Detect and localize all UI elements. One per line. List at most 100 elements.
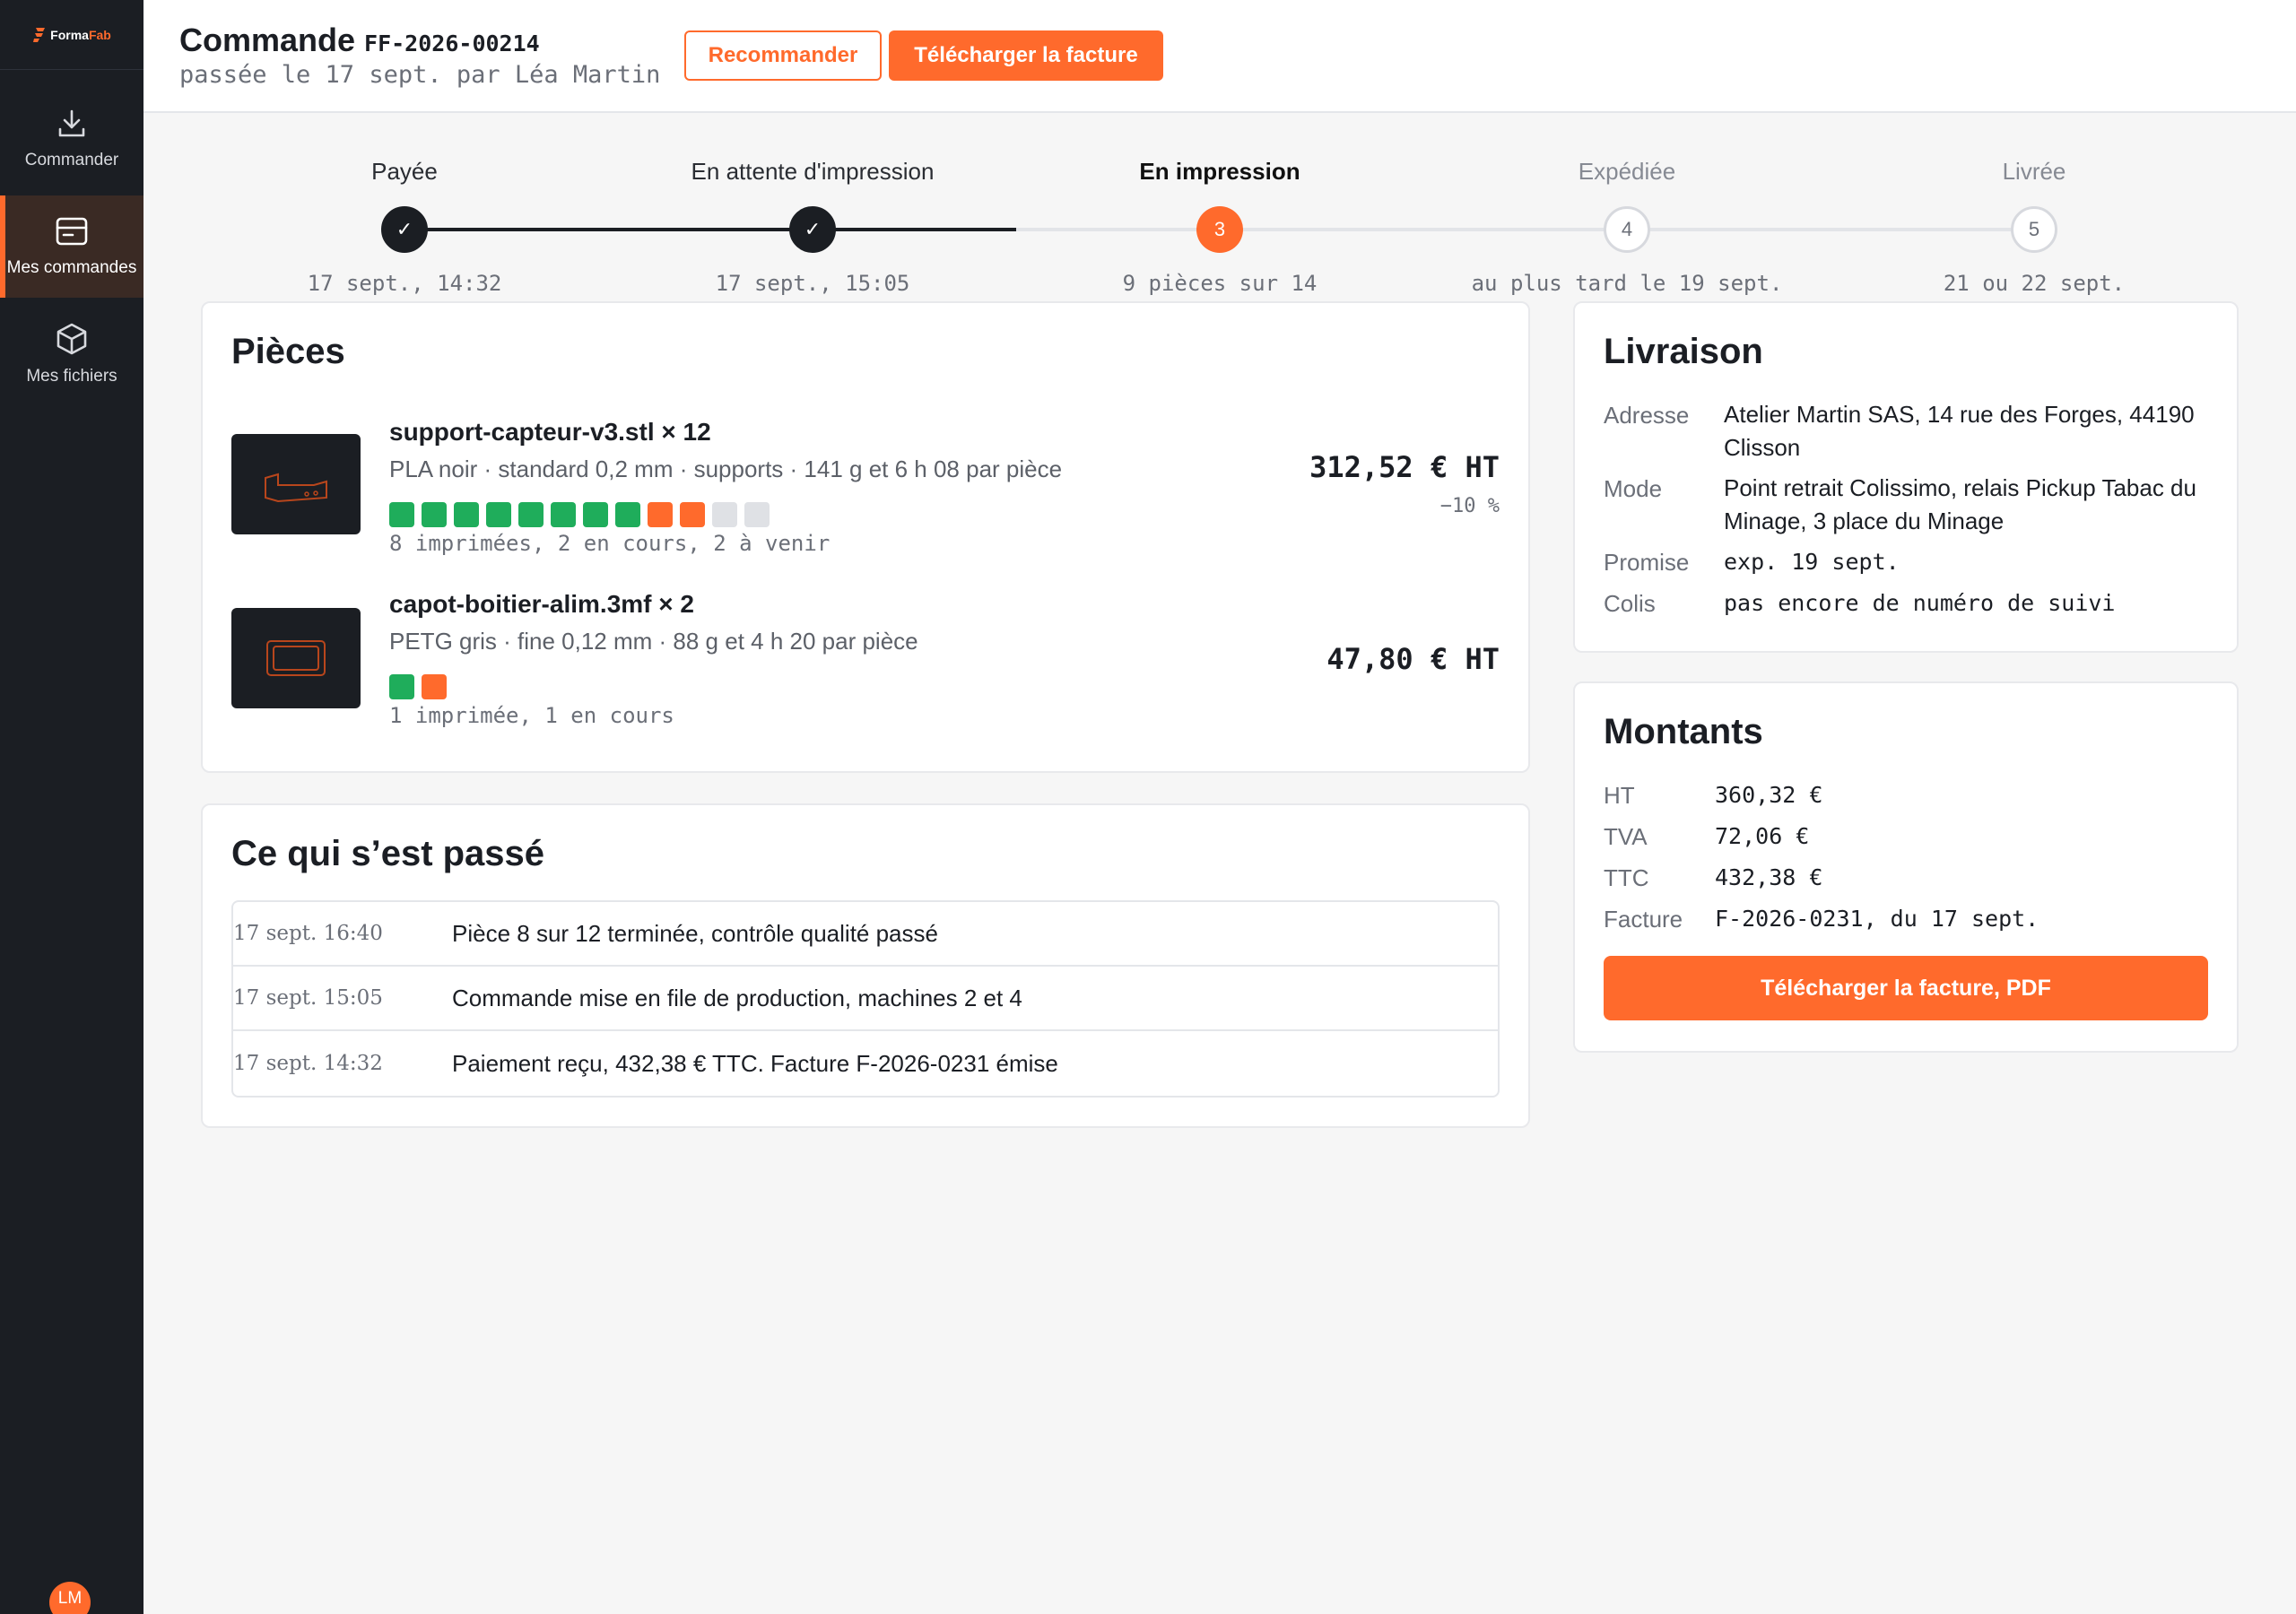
step-date: 9 pièces sur 14: [1122, 271, 1318, 296]
step-livree: Livrée: [1846, 158, 2222, 186]
reorder-button[interactable]: Recommander: [684, 30, 882, 81]
history-list: 17 sept. 16:40 Pièce 8 sur 12 terminée, …: [231, 900, 1500, 1098]
step-number-badge: 5: [2011, 206, 2057, 253]
piece-printed-square: [583, 502, 608, 527]
history-time: 17 sept. 15:05: [233, 986, 383, 1010]
history-card: Ce qui s’est passé 17 sept. 16:40 Pièce …: [201, 803, 1530, 1128]
step-label: Payée: [371, 158, 438, 185]
history-title: Ce qui s’est passé: [231, 834, 545, 873]
piece-progress-bar: [389, 674, 447, 699]
brand-name: FormaFab: [50, 27, 111, 42]
ttc-value: 432,38 €: [1715, 864, 1823, 890]
piece-printed-square: [615, 502, 640, 527]
tva-label: TVA: [1604, 823, 1648, 850]
order-subtitle: passée le 17 sept. par Léa Martin: [179, 61, 661, 89]
piece-status: 8 imprimées, 2 en cours, 2 à venir: [389, 531, 831, 556]
history-row: 17 sept. 14:32 Paiement reçu, 432,38 € T…: [233, 1031, 1498, 1096]
piece-discount: −10 %: [1439, 495, 1500, 517]
part-preview-icon: [266, 640, 326, 676]
piece-thumbnail[interactable]: [231, 434, 361, 534]
piece-printed-square: [389, 502, 414, 527]
download-pdf-button[interactable]: Télécharger la facture, PDF: [1604, 956, 2208, 1020]
piece-pending-square: [712, 502, 737, 527]
address-value: Atelier Martin SAS, 14 rue des Forges, 4…: [1724, 401, 2195, 461]
promised-value: exp. 19 sept.: [1724, 549, 1900, 575]
piece-printed-square: [454, 502, 479, 527]
mode-label: Mode: [1604, 475, 1663, 502]
step-date: 17 sept., 15:05: [715, 271, 910, 296]
avatar-initials: LM: [57, 1589, 83, 1608]
address-label: Adresse: [1604, 402, 1690, 429]
piece-printed-square: [422, 502, 447, 527]
bolt-icon: [33, 27, 46, 42]
step-date: 17 sept., 14:32: [307, 271, 502, 296]
nav-item-mes-fichiers[interactable]: Mes fichiers: [0, 303, 144, 405]
step-check-icon: ✓: [381, 206, 428, 253]
parcel-value: pas encore de numéro de suivi: [1724, 590, 2116, 616]
download-icon: [58, 109, 85, 137]
history-text: Paiement reçu, 432,38 € TTC. Facture F-2…: [452, 1049, 1058, 1077]
piece-price: 312,52 € HT: [1309, 450, 1500, 484]
ht-label: HT: [1604, 782, 1635, 809]
nav-label: Mes commandes: [6, 258, 137, 277]
step-number-badge: 4: [1604, 206, 1650, 253]
amounts-title: Montants: [1604, 712, 1763, 751]
part-preview-icon: [265, 473, 327, 503]
step-label: En attente d'impression: [691, 158, 935, 185]
orders-icon: [56, 217, 88, 246]
piece-in-progress-square: [422, 674, 447, 699]
history-text: Pièce 8 sur 12 terminée, contrôle qualit…: [452, 919, 938, 947]
nav-item-commander[interactable]: Commander: [0, 88, 144, 190]
sidebar: FormaFab Commander Mes commandes Mes fic…: [0, 0, 144, 1614]
parcel-label: Colis: [1604, 590, 1656, 617]
step-label: Livrée: [2002, 158, 2066, 185]
promised-label: Promise: [1604, 549, 1690, 576]
stepper-line: [427, 228, 835, 231]
piece-printed-square: [518, 502, 544, 527]
piece-spec: PETG gris · fine 0,12 mm · 88 g et 4 h 2…: [389, 628, 918, 655]
step-expediee: Expédiée: [1439, 158, 1815, 186]
delivery-title: Livraison: [1604, 332, 1763, 371]
ttc-label: TTC: [1604, 864, 1649, 891]
page-header: Commande FF-2026-00214 passée le 17 sept.…: [144, 0, 2296, 113]
piece-progress-bar: [389, 502, 770, 527]
piece-in-progress-square: [680, 502, 705, 527]
piece-pending-square: [744, 502, 770, 527]
step-payee: Payée: [216, 158, 593, 186]
amounts-card: Montants HT 360,32 € TVA 72,06 € TTC 432…: [1573, 681, 2239, 1053]
step-date: au plus tard le 19 sept.: [1471, 271, 1783, 296]
brand-logo[interactable]: FormaFab: [0, 0, 144, 70]
step-en-attente: En attente d'impression: [624, 158, 1001, 186]
step-check-icon: ✓: [789, 206, 836, 253]
invoice-label: Facture: [1604, 906, 1683, 933]
piece-in-progress-square: [648, 502, 673, 527]
stepper-line: [835, 228, 1016, 231]
history-row: 17 sept. 16:40 Pièce 8 sur 12 terminée, …: [233, 902, 1498, 967]
nav-item-mes-commandes[interactable]: Mes commandes: [0, 195, 144, 298]
piece-thumbnail[interactable]: [231, 608, 361, 708]
tva-value: 72,06 €: [1715, 823, 1810, 849]
order-id: FF-2026-00214: [364, 30, 540, 56]
invoice-value: F-2026-0231, du 17 sept.: [1715, 906, 2039, 932]
step-label: Expédiée: [1578, 158, 1676, 185]
history-text: Commande mise en file de production, mac…: [452, 984, 1022, 1011]
step-date: 21 ou 22 sept.: [1943, 271, 2126, 296]
page-title: Commande FF-2026-00214: [179, 22, 540, 59]
piece-name[interactable]: capot-boitier-alim.3mf × 2: [389, 590, 694, 619]
title-text: Commande: [179, 22, 356, 58]
download-invoice-button[interactable]: Télécharger la facture: [889, 30, 1163, 81]
piece-status: 1 imprimée, 1 en cours: [389, 703, 674, 728]
piece-price: 47,80 € HT: [1326, 642, 1500, 676]
avatar[interactable]: LM: [49, 1582, 91, 1614]
pieces-card: Pièces support-capteur-v3.stl × 12 PLA n…: [201, 301, 1530, 773]
piece-printed-square: [486, 502, 511, 527]
step-label: En impression: [1139, 158, 1300, 185]
nav-label: Commander: [24, 151, 119, 169]
history-time: 17 sept. 16:40: [233, 922, 383, 945]
cube-icon: [57, 323, 87, 355]
piece-name[interactable]: support-capteur-v3.stl × 12: [389, 418, 711, 447]
mode-value: Point retrait Colissimo, relais Pickup T…: [1724, 474, 2196, 534]
history-row: 17 sept. 15:05 Commande mise en file de …: [233, 967, 1498, 1031]
history-time: 17 sept. 14:32: [233, 1052, 383, 1075]
piece-spec: PLA noir · standard 0,2 mm · supports · …: [389, 456, 1063, 482]
